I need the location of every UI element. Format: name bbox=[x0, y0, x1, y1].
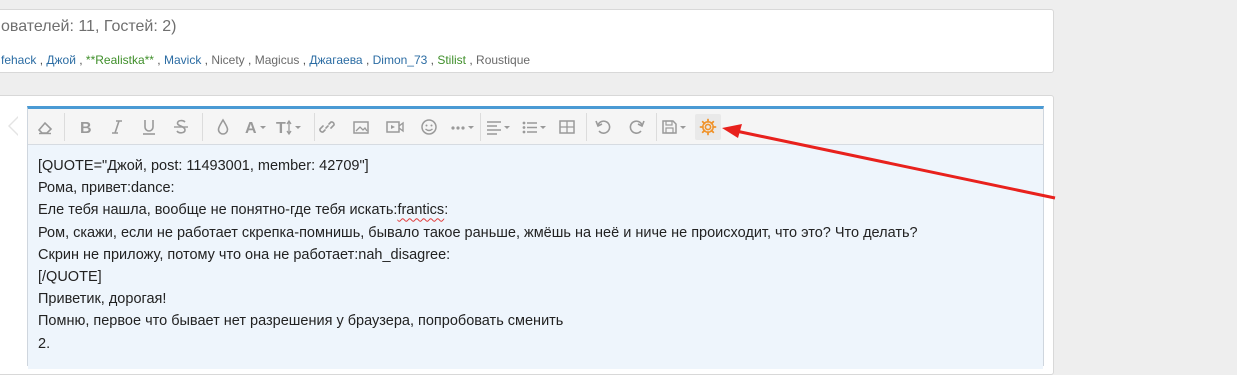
toolbar-separator bbox=[586, 113, 587, 141]
list-icon bbox=[521, 118, 549, 136]
editor-line: Помню, первое что бывает нет разрешения … bbox=[38, 313, 564, 330]
image-icon bbox=[352, 118, 370, 136]
align-icon bbox=[485, 118, 513, 136]
svg-text:T: T bbox=[276, 120, 286, 136]
message-textarea[interactable]: [QUOTE="Джой, post: 11493001, member: 42… bbox=[28, 145, 1043, 369]
editor-line-suffix: : bbox=[444, 202, 449, 219]
insert-smilie-button[interactable] bbox=[418, 115, 440, 139]
user-separator: , bbox=[75, 53, 86, 67]
italic-button[interactable] bbox=[106, 115, 128, 139]
link-icon bbox=[318, 118, 336, 136]
reply-pointer-inner bbox=[10, 117, 19, 135]
redo-button[interactable] bbox=[626, 115, 648, 139]
gear-icon bbox=[699, 118, 717, 136]
editor-line: Приветик, дорогая! bbox=[38, 291, 167, 308]
strikethrough-button[interactable] bbox=[170, 115, 192, 139]
media-icon bbox=[385, 118, 405, 136]
bold-icon: B bbox=[76, 118, 94, 136]
user-separator: , bbox=[362, 53, 373, 67]
online-users-panel: ователей: 11, Гостей: 2) fehack , Джой ,… bbox=[0, 9, 1054, 73]
online-user-link[interactable]: fehack bbox=[1, 53, 36, 67]
toolbar-separator bbox=[656, 113, 657, 141]
smiley-icon bbox=[420, 118, 438, 136]
toolbar-separator bbox=[202, 113, 203, 141]
undo-button[interactable] bbox=[592, 115, 614, 139]
user-separator: , bbox=[153, 53, 164, 67]
font-size-icon: T bbox=[275, 118, 305, 136]
toggle-bbcode-button[interactable] bbox=[694, 113, 722, 141]
more-icon bbox=[449, 118, 477, 136]
svg-text:B: B bbox=[80, 120, 92, 136]
user-separator: , bbox=[36, 53, 47, 67]
online-user-link[interactable]: **Realistka** bbox=[86, 53, 154, 67]
italic-icon bbox=[108, 118, 126, 136]
editor-line: Ром, скажи, если не работает скрепка-пом… bbox=[38, 224, 918, 241]
font-family-button[interactable]: A bbox=[242, 115, 272, 139]
toolbar-separator bbox=[64, 113, 65, 141]
online-user-link[interactable]: Dimon_73 bbox=[373, 53, 428, 67]
font-family-icon: A bbox=[243, 118, 271, 136]
editor-line: Скрин не приложу, потому что она не рабо… bbox=[38, 246, 451, 263]
rich-text-editor: B A T [QUOTE="Джой, post: 11493001, memb… bbox=[27, 106, 1044, 369]
toolbar-separator bbox=[314, 113, 315, 141]
user-separator: , bbox=[427, 53, 438, 67]
editor-line-text: Еле тебя нашла, вообще не понятно-где те… bbox=[38, 202, 398, 219]
insert-link-button[interactable] bbox=[316, 115, 338, 139]
online-user-link[interactable]: Stilist bbox=[437, 53, 466, 67]
redo-icon bbox=[628, 118, 646, 136]
editor-line: Еле тебя нашла, вообще не понятно-где те… bbox=[38, 199, 1033, 221]
user-separator: , bbox=[201, 53, 212, 67]
online-users-list: fehack , Джой , **Realistka** , Mavick ,… bbox=[1, 53, 530, 67]
online-user-link[interactable]: Nicety bbox=[211, 53, 244, 67]
more-options-button[interactable] bbox=[448, 115, 478, 139]
online-users-title: ователей: 11, Гостей: 2) bbox=[1, 18, 177, 35]
font-size-button[interactable]: T bbox=[274, 115, 306, 139]
user-separator: , bbox=[466, 53, 477, 67]
save-draft-icon bbox=[661, 118, 689, 136]
align-button[interactable] bbox=[484, 115, 514, 139]
insert-table-button[interactable] bbox=[556, 115, 578, 139]
user-separator: , bbox=[244, 53, 255, 67]
list-button[interactable] bbox=[520, 115, 550, 139]
editor-line: 2. bbox=[38, 335, 51, 352]
insert-media-button[interactable] bbox=[384, 115, 406, 139]
misspelled-word[interactable]: frantics bbox=[397, 202, 444, 218]
bold-button[interactable]: B bbox=[74, 115, 96, 139]
editor-line: [QUOTE="Джой, post: 11493001, member: 42… bbox=[38, 158, 369, 174]
color-drop-icon bbox=[214, 118, 232, 136]
online-user-link[interactable]: Roustique bbox=[476, 53, 530, 67]
undo-icon bbox=[594, 118, 612, 136]
remove-format-button[interactable] bbox=[34, 115, 56, 139]
editor-line: Рома, привет:dance: bbox=[38, 180, 175, 197]
online-user-link[interactable]: Джагаева bbox=[309, 53, 362, 67]
online-user-link[interactable]: Mavick bbox=[164, 53, 201, 67]
underline-icon bbox=[140, 118, 158, 136]
table-icon bbox=[558, 118, 576, 136]
toolbar-separator bbox=[480, 113, 481, 141]
online-user-link[interactable]: Джой bbox=[46, 53, 76, 67]
editor-toolbar: B A T bbox=[28, 109, 1043, 145]
strikethrough-icon bbox=[172, 118, 190, 136]
user-separator: , bbox=[299, 53, 310, 67]
editor-line: [/QUOTE] bbox=[38, 269, 102, 286]
text-color-button[interactable] bbox=[212, 115, 234, 139]
insert-image-button[interactable] bbox=[350, 115, 372, 139]
underline-button[interactable] bbox=[138, 115, 160, 139]
online-user-link[interactable]: Magicus bbox=[255, 53, 300, 67]
drafts-button[interactable] bbox=[660, 115, 690, 139]
eraser-icon bbox=[36, 118, 54, 136]
svg-text:A: A bbox=[245, 120, 257, 136]
